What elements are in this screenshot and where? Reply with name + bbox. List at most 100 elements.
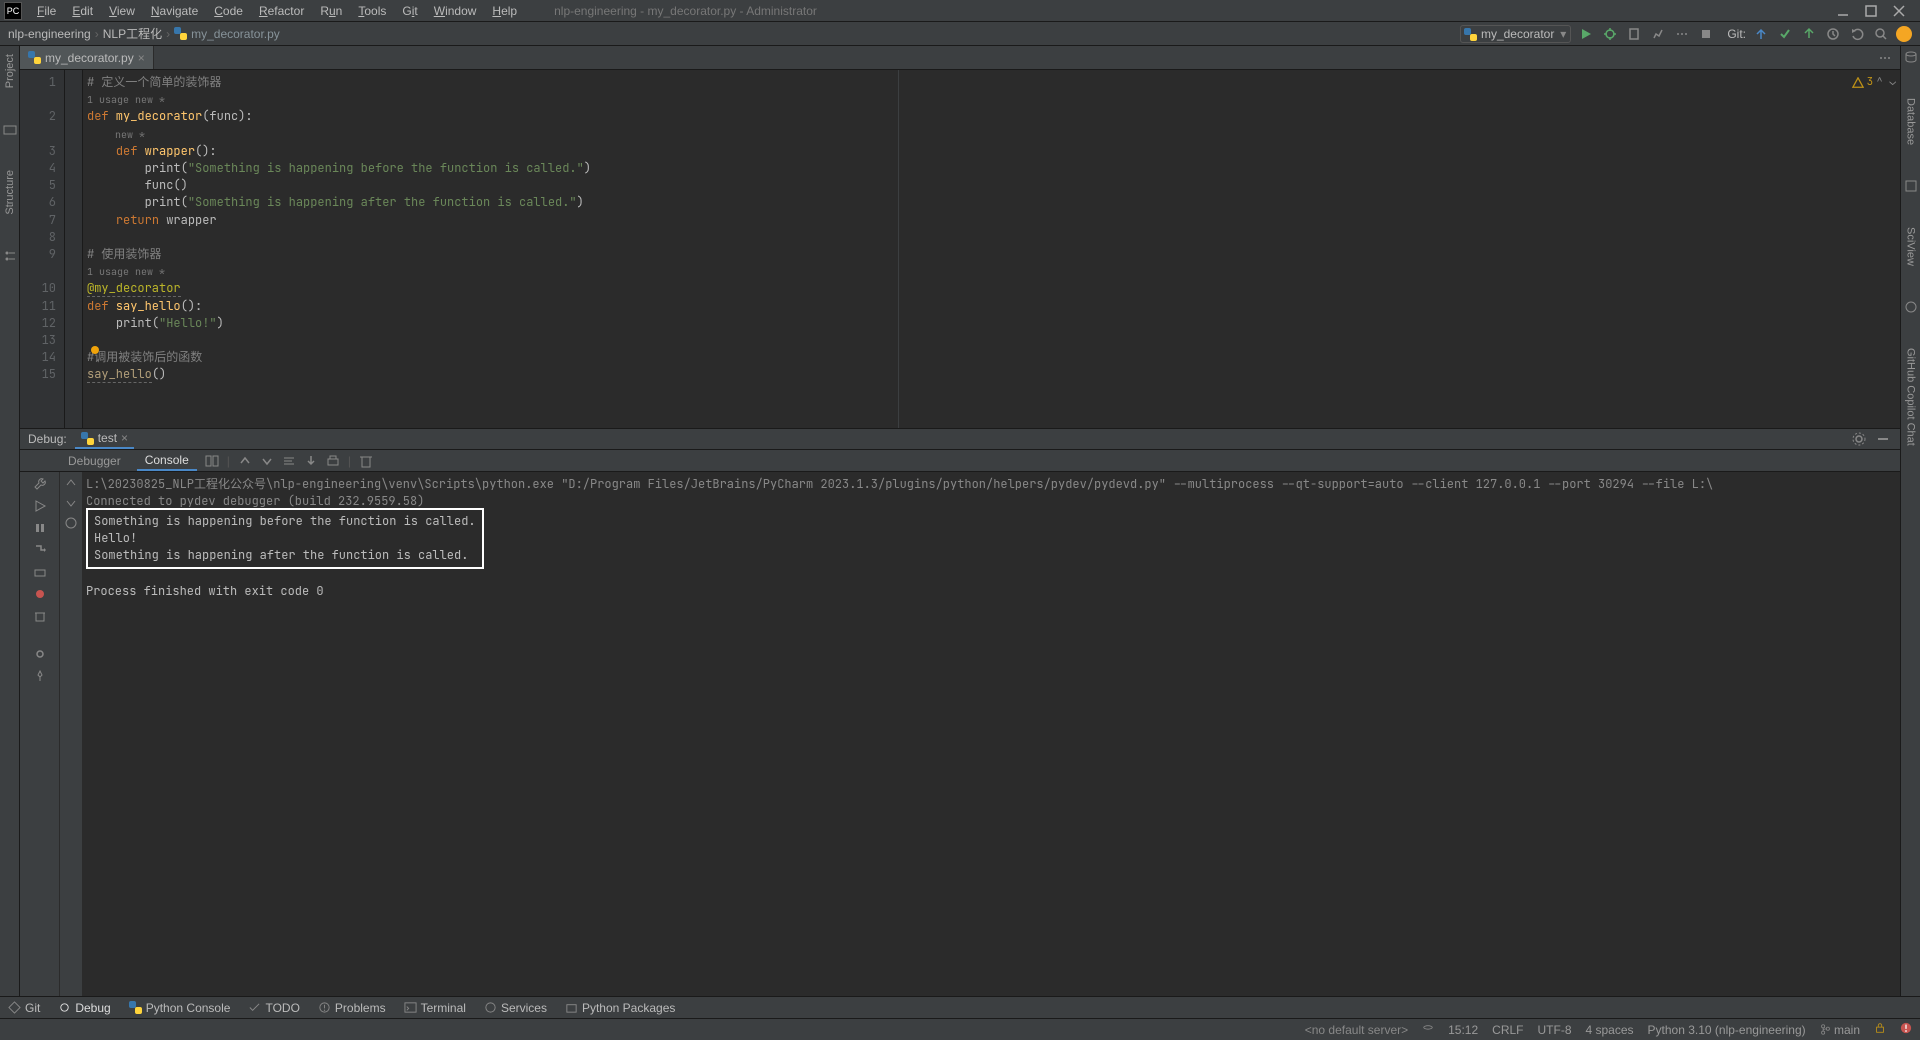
problems-tool[interactable]: Problems [318,1001,386,1015]
git-history-icon[interactable] [1824,25,1842,43]
debug-session-tab[interactable]: test × [75,429,134,449]
layout-icon[interactable] [205,454,219,468]
up-icon[interactable] [238,454,252,468]
structure-tool-tab[interactable]: Structure [4,166,16,219]
inspection-badge[interactable]: 3 ^ ⌄ [1852,74,1896,91]
usage-hint: new * [83,126,1900,143]
window-title: nlp-engineering - my_decorator.py - Admi… [554,4,817,18]
menu-code[interactable]: Code [207,2,250,20]
debug-tool[interactable]: Debug [58,1001,110,1015]
coverage-button[interactable] [1625,25,1643,43]
pin-icon[interactable] [32,668,48,684]
more-actions-icon[interactable] [1673,25,1691,43]
menu-edit[interactable]: Edit [65,2,100,20]
pause-icon[interactable] [32,520,48,536]
fold-gutter[interactable] [65,70,83,428]
menu-run[interactable]: Run [313,2,349,20]
down-icon[interactable] [260,454,274,468]
console-tab[interactable]: Console [137,451,197,471]
history-icon[interactable] [64,516,78,530]
wrench-icon[interactable] [32,476,48,492]
git-tool[interactable]: Git [8,1001,40,1015]
rerun-icon[interactable] [32,498,48,514]
arrow-up-icon[interactable] [64,476,78,490]
run-button[interactable] [1577,25,1595,43]
keyword: def [87,298,109,314]
git-rollback-icon[interactable] [1848,25,1866,43]
gear-icon[interactable] [1850,430,1868,448]
run-config-select[interactable]: my_decorator ▾ [1460,25,1571,43]
todo-tool[interactable]: TODO [248,1001,299,1015]
string: "Something is happening after the functi… [188,194,577,210]
gear-icon[interactable] [32,646,48,662]
sciview-tool-tab[interactable]: SciView [1905,223,1917,270]
tab-menu-icon[interactable] [1876,49,1894,67]
breadcrumb-root[interactable]: nlp-engineering [8,27,91,41]
print-icon[interactable] [326,454,340,468]
menu-window[interactable]: Window [427,2,484,20]
git-commit-icon[interactable] [1776,25,1794,43]
menu-view[interactable]: View [102,2,142,20]
console-output[interactable]: L:\20230825_NLP工程化公众号\nlp-engineering\ve… [82,472,1900,996]
menu-git[interactable]: Git [395,2,424,20]
string: "Something is happening before the funct… [188,160,584,176]
avatar[interactable] [1896,26,1912,42]
menu-refactor[interactable]: Refactor [252,2,311,20]
trash-icon[interactable] [32,608,48,624]
bug-icon [58,1001,71,1014]
menu-tools[interactable]: Tools [351,2,393,20]
status-indent[interactable]: 4 spaces [1586,1023,1634,1037]
db-status-icon[interactable] [1422,1024,1434,1036]
breakpoint-icon[interactable] [32,586,48,602]
scroll-icon[interactable] [304,454,318,468]
function-name: say_hello [109,298,181,314]
code-body[interactable]: 3 ^ ⌄ # 定义一个简单的装饰器 1 usage new * def my_… [83,70,1900,428]
arrow-down-icon[interactable] [64,496,78,510]
close-icon[interactable] [1892,4,1906,18]
file-tab[interactable]: my_decorator.py × [20,46,154,69]
clear-icon[interactable] [359,454,373,468]
debug-button[interactable] [1601,25,1619,43]
python-console-tool[interactable]: Python Console [129,1001,231,1015]
editor-pane[interactable]: 1 2 3 4 5 6 7 8 9 10 11 12 13 14 [20,70,1900,428]
git-push-icon[interactable] [1800,25,1818,43]
status-line-ending[interactable]: CRLF [1492,1023,1523,1037]
maximize-icon[interactable] [1864,4,1878,18]
wrap-icon[interactable] [282,454,296,468]
error-indicator-icon[interactable] [1900,1022,1912,1037]
status-interpreter[interactable]: Python 3.10 (nlp-engineering) [1648,1023,1806,1037]
stop-button[interactable] [1697,25,1715,43]
hide-icon[interactable] [1874,430,1892,448]
comment: # 定义一个简单的装饰器 [87,74,221,90]
close-tab-icon[interactable]: × [138,51,145,65]
menu-navigate[interactable]: Navigate [144,2,205,20]
search-everywhere-icon[interactable] [1872,25,1890,43]
lock-icon[interactable] [1874,1022,1886,1037]
services-tool[interactable]: Services [484,1001,547,1015]
git-update-icon[interactable] [1752,25,1770,43]
menu-file[interactable]: File [30,2,63,20]
project-tool-tab[interactable]: Project [4,50,16,92]
breadcrumb-folder[interactable]: NLP工程化 [103,25,162,42]
console-line: Something is happening after the functio… [94,547,476,564]
terminal-tool[interactable]: Terminal [404,1001,466,1015]
status-encoding[interactable]: UTF-8 [1538,1023,1572,1037]
status-server[interactable]: <no default server> [1305,1023,1408,1037]
close-icon[interactable]: × [121,431,128,445]
sciview-icon [1904,179,1918,193]
packages-tool[interactable]: Python Packages [565,1001,675,1015]
profile-button[interactable] [1649,25,1667,43]
chevron-right-icon: › [166,27,170,41]
menu-help[interactable]: Help [485,2,524,20]
left-tool-gutter: Project Structure [0,46,20,996]
warning-indicator-icon [91,346,99,354]
copilot-tool-tab[interactable]: GitHub Copilot Chat [1905,344,1917,450]
status-branch[interactable]: main [1820,1023,1860,1037]
debugger-tab[interactable]: Debugger [60,452,129,470]
database-tool-tab[interactable]: Database [1905,94,1917,149]
step-icon[interactable] [32,542,48,558]
breadcrumb-file[interactable]: my_decorator.py [191,27,280,41]
minimize-icon[interactable] [1836,4,1850,18]
print-icon[interactable] [32,564,48,580]
status-position[interactable]: 15:12 [1448,1023,1478,1037]
